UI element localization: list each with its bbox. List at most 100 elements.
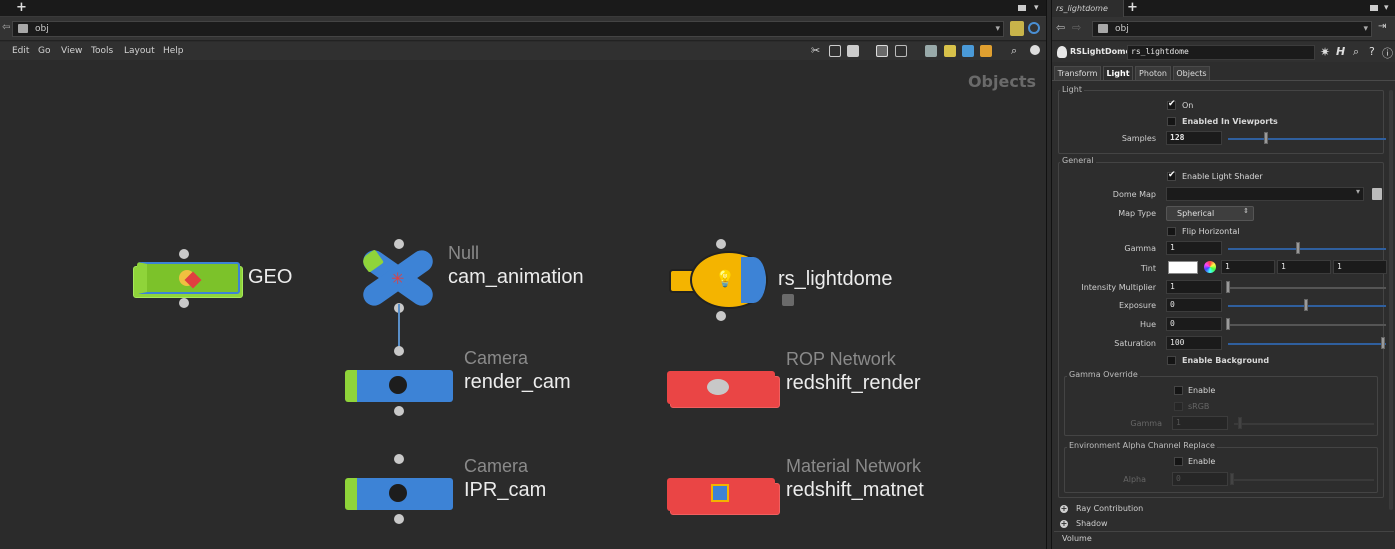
- network-box-icon[interactable]: [925, 45, 937, 57]
- menu-layout[interactable]: Layout: [124, 42, 155, 60]
- expand-ray-contribution-icon[interactable]: +: [1060, 505, 1068, 513]
- intensity-field[interactable]: 1: [1166, 280, 1222, 294]
- node-input-dot[interactable]: [716, 239, 726, 249]
- alpha-slider[interactable]: [1234, 479, 1374, 481]
- tree-icon[interactable]: [829, 45, 841, 57]
- back-arrow-icon[interactable]: ⇦: [1056, 21, 1065, 34]
- list-icon[interactable]: [847, 45, 859, 57]
- pane-menu-icon[interactable]: ▾: [1034, 3, 1039, 13]
- flip-horizontal-checkbox[interactable]: [1167, 227, 1176, 236]
- dome-map-field[interactable]: [1166, 187, 1364, 201]
- ray-contribution-folder[interactable]: Ray Contribution: [1076, 504, 1143, 513]
- image-icon[interactable]: [962, 45, 974, 57]
- override-gamma-field[interactable]: 1: [1172, 416, 1228, 430]
- expand-shadow-icon[interactable]: +: [1060, 520, 1068, 528]
- search-icon[interactable]: ⌕: [1353, 45, 1359, 59]
- gear-icon[interactable]: ✷: [1320, 45, 1330, 59]
- houdini-help-icon[interactable]: H: [1336, 45, 1345, 58]
- path-dropdown-icon[interactable]: ▾: [1363, 22, 1368, 36]
- search-icon[interactable]: ⌕: [1011, 44, 1017, 58]
- gamma-slider-handle[interactable]: [1296, 242, 1300, 254]
- node-output-dot[interactable]: [394, 514, 404, 524]
- node-output-dot[interactable]: [394, 406, 404, 416]
- exposure-slider-handle[interactable]: [1304, 299, 1308, 311]
- node-body-front[interactable]: [137, 262, 240, 294]
- node-redshift-render[interactable]: ROP Network redshift_render: [660, 349, 960, 419]
- menu-view[interactable]: View: [61, 42, 82, 60]
- tab-light[interactable]: Light: [1103, 66, 1133, 81]
- gamma-field[interactable]: 1: [1166, 241, 1222, 255]
- node-input-dot[interactable]: [179, 249, 189, 259]
- saturation-field[interactable]: 100: [1166, 336, 1222, 350]
- node-redshift-matnet[interactable]: Material Network redshift_matnet: [660, 456, 980, 526]
- hue-slider[interactable]: [1228, 324, 1386, 326]
- node-name-field[interactable]: rs_lightdome: [1127, 45, 1315, 60]
- help-icon[interactable]: ?: [1369, 45, 1375, 58]
- add-tab-icon[interactable]: +: [16, 0, 27, 15]
- add-tab-icon[interactable]: +: [1127, 0, 1138, 15]
- map-type-select[interactable]: Spherical ⇕: [1166, 206, 1254, 221]
- grid-view-icon[interactable]: [876, 45, 888, 57]
- back-arrow-icon[interactable]: ⇦: [2, 22, 10, 33]
- shadow-folder[interactable]: Shadow: [1076, 519, 1108, 528]
- node-input-dot[interactable]: [394, 346, 404, 356]
- gamma-override-enable-checkbox[interactable]: [1174, 386, 1183, 395]
- info-icon[interactable]: ⓘ: [1382, 45, 1393, 61]
- link-icon[interactable]: [1028, 22, 1040, 34]
- menu-go[interactable]: Go: [38, 42, 50, 60]
- tools-icon[interactable]: ✂: [811, 44, 820, 57]
- alpha-slider-handle[interactable]: [1230, 473, 1234, 485]
- tab-rs-lightdome[interactable]: rs_lightdome: [1052, 0, 1124, 17]
- node-ipr-cam[interactable]: Camera IPR_cam: [340, 454, 620, 524]
- menu-edit[interactable]: Edit: [12, 42, 29, 60]
- srgb-checkbox[interactable]: [1174, 402, 1183, 411]
- node-body[interactable]: [345, 478, 453, 510]
- saturation-slider[interactable]: [1228, 343, 1386, 345]
- dome-map-dropdown-icon[interactable]: ▾: [1356, 187, 1360, 196]
- pin-icon[interactable]: ⇥: [1378, 21, 1386, 32]
- override-gamma-slider[interactable]: [1234, 423, 1374, 425]
- node-cam-animation[interactable]: ✳ Null cam_animation: [355, 239, 615, 319]
- node-input-dot[interactable]: [394, 239, 404, 249]
- enabled-in-viewports-checkbox[interactable]: [1167, 117, 1176, 126]
- node-body[interactable]: [667, 371, 775, 404]
- volume-folder[interactable]: Volume: [1062, 534, 1092, 543]
- samples-slider-handle[interactable]: [1264, 132, 1268, 144]
- tab-transform[interactable]: Transform: [1054, 66, 1101, 81]
- alpha-field[interactable]: 0: [1172, 472, 1228, 486]
- node-body[interactable]: [345, 370, 453, 402]
- file-browse-icon[interactable]: [1372, 188, 1382, 200]
- path-field[interactable]: obj ▾: [1092, 21, 1372, 37]
- exposure-field[interactable]: 0: [1166, 298, 1222, 312]
- node-body[interactable]: [667, 478, 775, 511]
- gamma-slider[interactable]: [1228, 248, 1386, 250]
- tab-objects[interactable]: Objects: [1173, 66, 1210, 81]
- lock-icon[interactable]: [782, 294, 794, 306]
- node-output-dot[interactable]: [716, 311, 726, 321]
- node-output-dot[interactable]: [179, 298, 189, 308]
- node-input-dot[interactable]: [394, 454, 404, 464]
- thumbnail-view-icon[interactable]: [895, 45, 907, 57]
- sticky-note-icon[interactable]: [944, 45, 956, 57]
- maximize-icon[interactable]: [1018, 5, 1026, 11]
- palette-icon[interactable]: [980, 45, 992, 57]
- enable-light-shader-checkbox[interactable]: [1167, 170, 1176, 181]
- tab-photon[interactable]: Photon: [1135, 66, 1171, 81]
- env-alpha-enable-checkbox[interactable]: [1174, 457, 1183, 466]
- saturation-slider-handle[interactable]: [1381, 337, 1385, 349]
- samples-slider[interactable]: [1228, 138, 1386, 140]
- samples-field[interactable]: 128: [1166, 131, 1222, 145]
- pane-menu-icon[interactable]: ▾: [1384, 3, 1389, 13]
- path-field[interactable]: obj ▾: [12, 21, 1004, 37]
- path-dropdown-icon[interactable]: ▾: [995, 22, 1000, 36]
- enable-background-checkbox[interactable]: [1167, 356, 1176, 365]
- scrollbar[interactable]: [1389, 90, 1393, 510]
- node-rs-lightdome[interactable]: 💡 rs_lightdome: [665, 239, 925, 329]
- override-gamma-slider-handle[interactable]: [1238, 417, 1242, 429]
- help-icon[interactable]: [1030, 45, 1040, 55]
- hue-slider-handle[interactable]: [1226, 318, 1230, 330]
- tint-r-field[interactable]: 1: [1221, 260, 1275, 274]
- tint-color-swatch[interactable]: [1168, 261, 1198, 274]
- color-wheel-icon[interactable]: [1204, 261, 1216, 273]
- intensity-slider[interactable]: [1228, 287, 1386, 289]
